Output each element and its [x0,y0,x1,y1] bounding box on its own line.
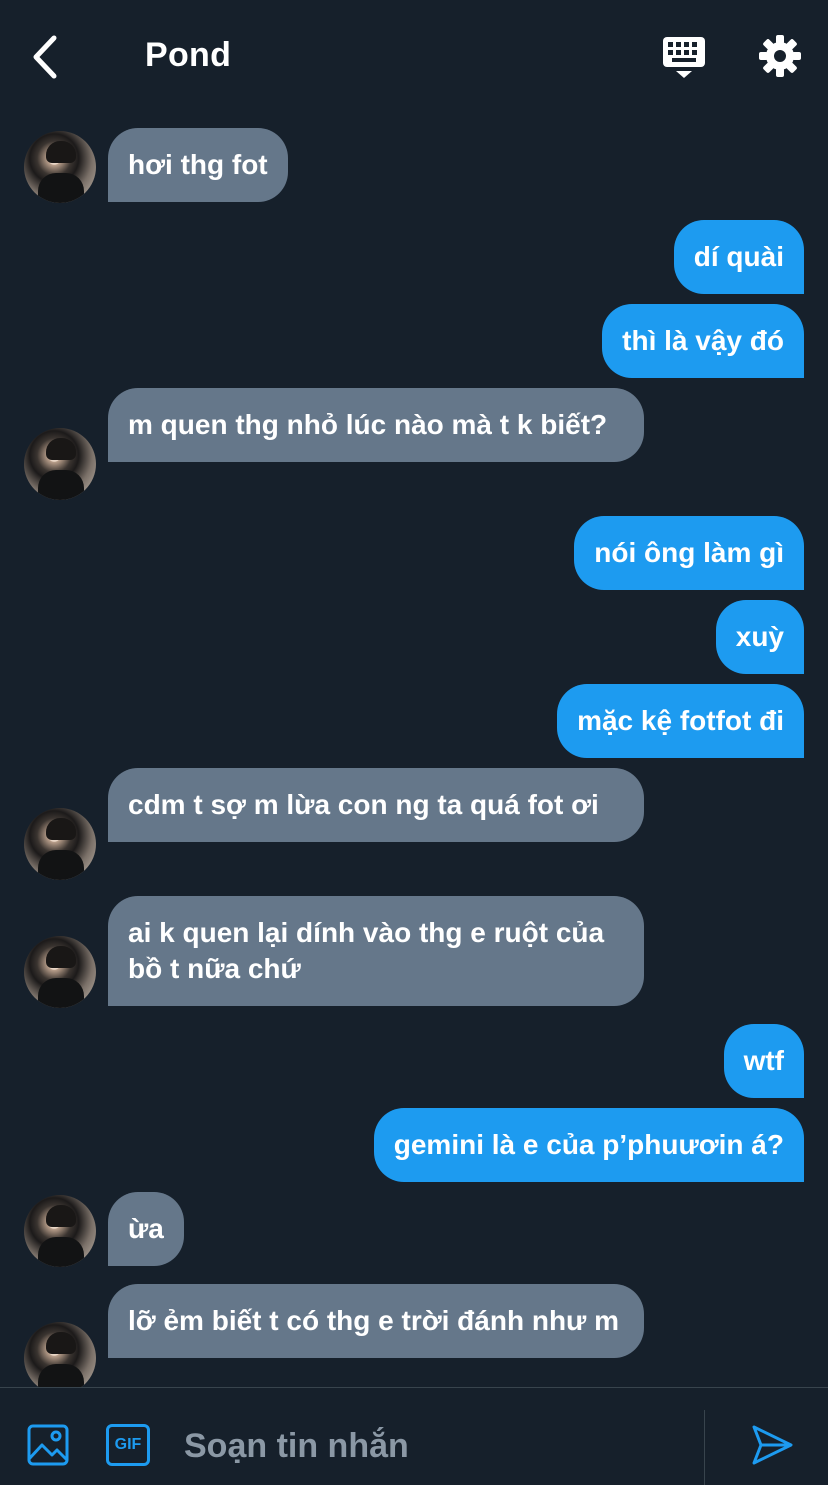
contact-avatar[interactable] [24,428,96,500]
gear-icon [759,35,801,77]
chat-header: Pond [0,0,828,112]
contact-avatar[interactable] [24,1322,96,1394]
send-button[interactable] [750,1423,794,1467]
gif-button[interactable]: GIF [106,1424,150,1466]
outgoing-message[interactable]: gemini là e của p’phuươin á? [373,1108,804,1182]
outgoing-message[interactable]: thì là vậy đó [602,304,804,378]
incoming-message[interactable]: lỡ ẻm biết t có thg e trời đánh như m [108,1284,644,1358]
keyboard-icon [663,37,705,78]
settings-button[interactable] [758,34,802,78]
back-button[interactable] [28,34,64,80]
composer-divider [704,1410,705,1485]
image-button[interactable] [26,1423,70,1467]
outgoing-message[interactable]: xuỳ [715,600,804,674]
message-input[interactable] [184,1420,684,1472]
contact-avatar[interactable] [24,1195,96,1267]
incoming-message[interactable]: ai k quen lại dính vào thg e ruột của bồ… [108,896,644,1006]
outgoing-message[interactable]: wtf [723,1024,804,1098]
outgoing-message[interactable]: dí quài [673,220,804,294]
contact-avatar[interactable] [24,131,96,203]
contact-avatar[interactable] [24,808,96,880]
contact-avatar[interactable] [24,936,96,1008]
incoming-message[interactable]: ừa [108,1192,184,1266]
outgoing-message[interactable]: mặc kệ fotfot đi [557,684,804,758]
incoming-message[interactable]: hơi thg fot [108,128,288,202]
incoming-message[interactable]: m quen thg nhỏ lúc nào mà t k biết? [108,388,644,462]
outgoing-message[interactable]: nói ông làm gì [574,516,804,590]
send-icon [752,1425,793,1465]
chevron-left-icon [33,35,57,79]
keyboard-button[interactable] [662,36,706,80]
conversation-title[interactable]: Pond [145,36,231,75]
incoming-message[interactable]: cdm t sợ m lừa con ng ta quá fot ơi [108,768,644,842]
image-icon [27,1424,69,1466]
